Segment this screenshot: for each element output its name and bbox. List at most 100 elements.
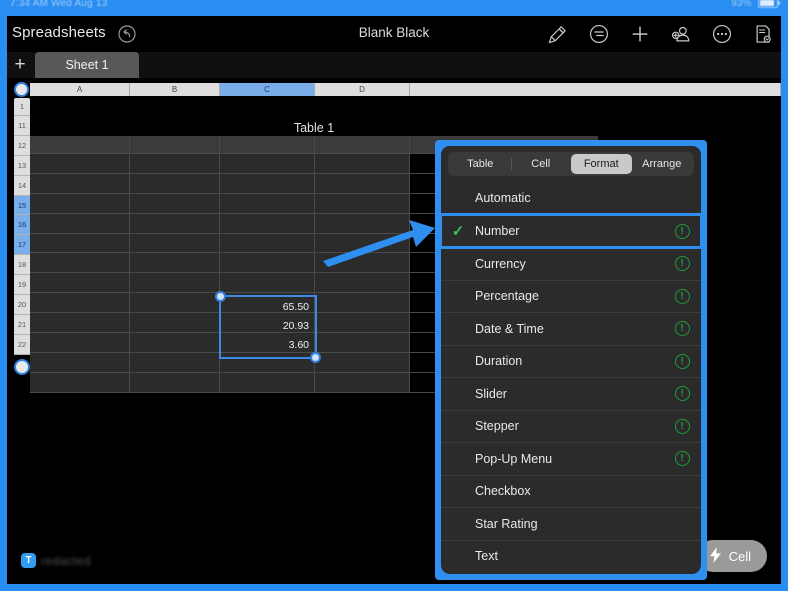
table-cell[interactable] <box>315 352 410 372</box>
table-cell[interactable] <box>30 293 130 313</box>
table-cell[interactable] <box>220 233 315 253</box>
format-option-date-time[interactable]: Date & Time! <box>441 312 701 345</box>
column-header-c[interactable]: C <box>220 83 315 96</box>
table-cell[interactable] <box>30 213 130 233</box>
table-row[interactable] <box>30 213 435 234</box>
row-header-14[interactable]: 14 <box>14 176 30 196</box>
more-options-icon[interactable] <box>710 22 734 46</box>
table-cell[interactable] <box>130 173 220 193</box>
format-option-automatic[interactable]: Automatic <box>441 182 701 215</box>
table-cell[interactable] <box>30 313 130 333</box>
format-brush-icon[interactable] <box>546 22 570 46</box>
add-sheet-button[interactable]: + <box>10 55 30 75</box>
table-cell[interactable] <box>315 253 410 273</box>
row-header-17[interactable]: 17 <box>14 235 30 256</box>
table-cell[interactable] <box>220 154 315 173</box>
format-option-percentage[interactable]: Percentage! <box>441 279 701 313</box>
table-cell[interactable] <box>315 213 410 233</box>
add-icon[interactable] <box>628 22 652 46</box>
table-cell[interactable] <box>30 233 130 253</box>
table-row[interactable] <box>30 273 435 294</box>
row-header-19[interactable]: 19 <box>14 275 30 296</box>
table-cell[interactable] <box>220 372 315 392</box>
format-option-checkbox[interactable]: Checkbox <box>441 474 701 508</box>
undo-icon[interactable] <box>117 24 137 44</box>
table-select-all-handle[interactable] <box>14 82 29 97</box>
column-header-b[interactable]: B <box>130 83 220 96</box>
table-cell[interactable] <box>315 333 410 352</box>
popover-segmented-control[interactable]: Table Cell Format Arrange <box>448 152 694 176</box>
format-option-pop-up-menu[interactable]: Pop-Up Menu! <box>441 442 701 475</box>
table-cell[interactable] <box>220 253 315 273</box>
cell-selection-box[interactable]: 65.50 20.93 3.60 <box>215 291 321 363</box>
table-cell[interactable] <box>30 273 130 293</box>
info-icon[interactable]: ! <box>663 321 701 337</box>
row-header-22[interactable]: 22 <box>14 335 30 355</box>
table-cell[interactable] <box>130 273 220 293</box>
table-row[interactable] <box>30 173 435 194</box>
table-cell[interactable] <box>130 233 220 253</box>
table-row[interactable] <box>30 136 435 154</box>
table-cell[interactable] <box>30 253 130 273</box>
collaborate-icon[interactable] <box>669 22 693 46</box>
table-cell[interactable] <box>30 333 130 352</box>
table-cell[interactable] <box>315 193 410 213</box>
table-cell[interactable] <box>315 273 410 293</box>
table-cell[interactable] <box>30 372 130 392</box>
tab-table[interactable]: Table <box>450 154 511 174</box>
document-options-icon[interactable] <box>751 22 775 46</box>
table-row[interactable] <box>30 154 435 174</box>
info-icon[interactable]: ! <box>663 451 701 467</box>
table-cell[interactable] <box>130 313 220 333</box>
row-header-15[interactable]: 15 <box>14 195 30 216</box>
info-icon[interactable]: ! <box>663 418 701 434</box>
table-cell[interactable] <box>130 253 220 273</box>
table-cell[interactable] <box>220 193 315 213</box>
table-cell[interactable] <box>130 193 220 213</box>
row-header-11[interactable]: 11 <box>14 116 30 136</box>
format-option-stepper[interactable]: Stepper! <box>441 409 701 443</box>
table-cell[interactable] <box>30 154 130 173</box>
table-cell[interactable] <box>220 173 315 193</box>
format-option-slider[interactable]: Slider! <box>441 377 701 410</box>
table-cell[interactable] <box>130 333 220 352</box>
table-cell[interactable] <box>30 136 130 153</box>
row-header-20[interactable]: 20 <box>14 295 30 315</box>
tab-cell[interactable]: Cell <box>510 154 572 174</box>
column-header-d[interactable]: D <box>315 83 410 96</box>
table-title[interactable]: Table 1 <box>30 121 598 135</box>
selection-handle-bottom-right[interactable] <box>310 352 321 363</box>
sheet-tab-sheet-1[interactable]: Sheet 1 <box>35 52 139 78</box>
table-cell[interactable] <box>30 193 130 213</box>
spreadsheet-canvas[interactable]: ABCD 1 11 12 13 14 15 16 17 18 19 20 21 22 Table 1 6… <box>7 78 781 584</box>
table-row[interactable] <box>30 372 435 393</box>
info-icon[interactable]: ! <box>663 386 701 402</box>
back-to-spreadsheets-button[interactable]: Spreadsheets <box>12 24 106 41</box>
row-header-16[interactable]: 16 <box>14 215 30 236</box>
format-option-star-rating[interactable]: Star Rating <box>441 507 701 540</box>
table-cell[interactable] <box>315 173 410 193</box>
tab-arrange[interactable]: Arrange <box>632 154 693 174</box>
table-cell[interactable] <box>130 352 220 372</box>
table-cell[interactable] <box>130 293 220 313</box>
insert-object-icon[interactable] <box>587 22 611 46</box>
info-icon[interactable]: ! <box>663 256 701 272</box>
table-cell[interactable] <box>220 273 315 293</box>
format-option-currency[interactable]: Currency! <box>441 247 701 280</box>
cell-format-button[interactable]: Cell <box>696 540 767 572</box>
table-row[interactable] <box>30 233 435 254</box>
table-cell[interactable] <box>30 173 130 193</box>
table-row[interactable] <box>30 253 435 274</box>
table-cell[interactable] <box>30 352 130 372</box>
table-cell[interactable] <box>315 233 410 253</box>
column-header-a[interactable]: A <box>30 83 130 96</box>
table-cell[interactable] <box>220 213 315 233</box>
row-header-18[interactable]: 18 <box>14 255 30 276</box>
row-header-13[interactable]: 13 <box>14 156 30 176</box>
table-cell[interactable] <box>130 136 220 153</box>
format-options-list[interactable]: Automatic ✓ Number! Currency! Percentage! Dat… <box>441 182 701 572</box>
info-icon[interactable]: ! <box>663 288 701 304</box>
table-cell[interactable] <box>220 136 315 153</box>
table-cell[interactable] <box>130 154 220 173</box>
format-option-text[interactable]: Text <box>441 539 701 573</box>
